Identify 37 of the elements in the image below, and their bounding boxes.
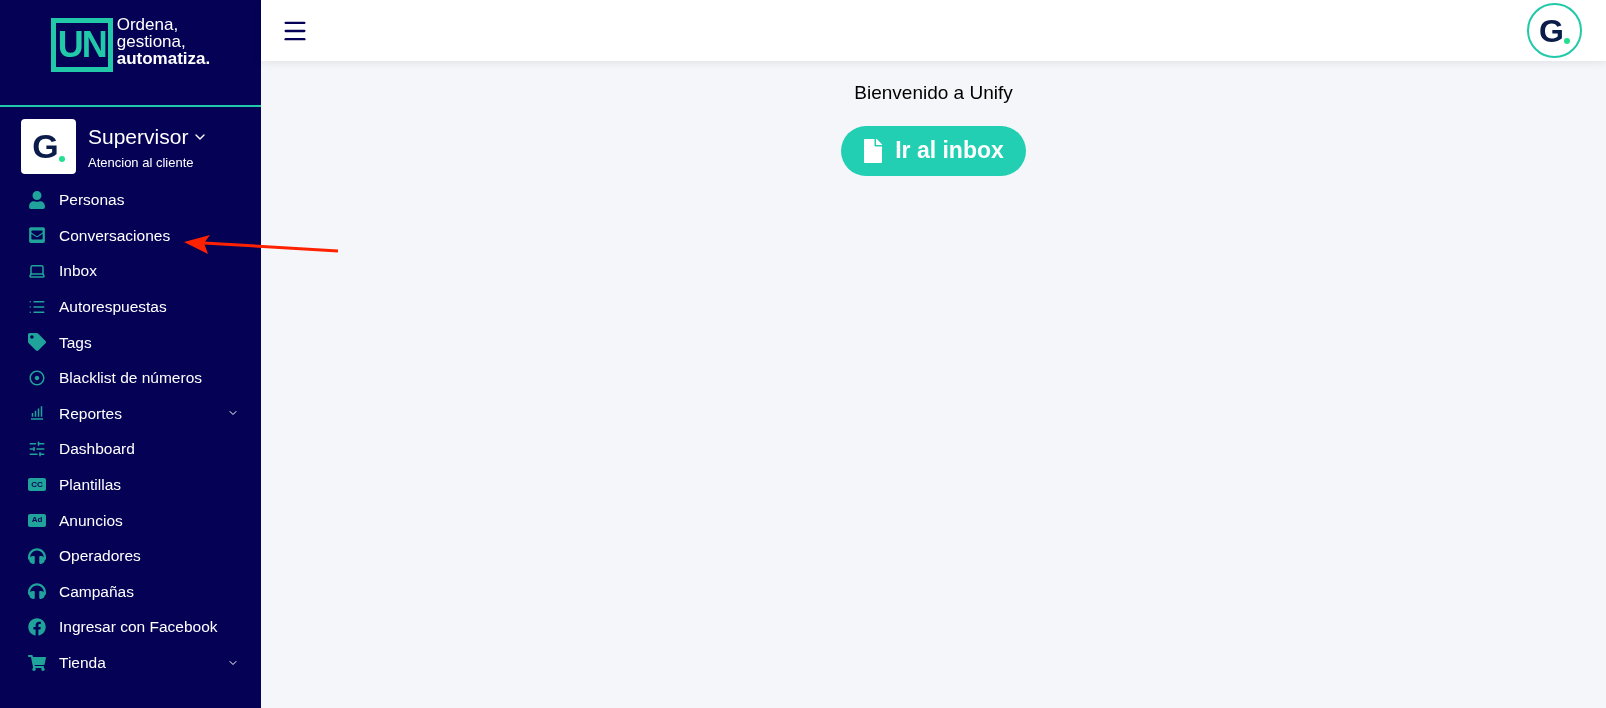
tagline-text: automatiza. [116,50,211,67]
logo-mark: UN [50,17,113,72]
file-icon [863,138,884,163]
tag-icon [28,333,46,352]
facebook-icon [28,617,46,636]
sidebar-item[interactable]: Reportes [0,395,261,432]
envelope-icon [28,226,46,245]
welcome-text: Bienvenido a Unify [854,81,1013,105]
tagline-text: gestiona, [116,33,187,50]
sidebar-item[interactable]: Operadores [0,537,261,574]
sidebar-item[interactable]: Dashboard [0,431,261,467]
sidebar-item[interactable]: Autorespuestas [0,288,261,325]
sidebar-item[interactable]: Tienda [0,644,261,681]
tagline-text: Ordena, [116,16,180,33]
headphones-icon [28,546,46,565]
avatar: G [21,119,76,174]
avatar[interactable]: G [1527,3,1582,58]
sliders-icon [28,439,46,458]
role-text[interactable]: Supervisor [88,121,189,153]
target-icon [28,368,46,387]
cart-icon [28,653,46,672]
team-text: Atencion al cliente [88,153,195,172]
sidebar-item[interactable]: Inbox [0,253,261,289]
person-icon [28,190,46,209]
sidebar-item[interactable]: Ad Anuncios [0,502,261,538]
caption-icon: CC [28,478,46,492]
sidebar-item[interactable]: Ingresar con Facebook [0,609,261,645]
caption-icon: Ad [28,513,46,527]
sidebar-item[interactable]: Blacklist de números [0,359,261,396]
sidebar-item[interactable]: Tags [0,324,261,360]
sidebar-item[interactable]: Campañas [0,573,261,610]
headphones-icon [28,582,46,601]
sidebar-item[interactable]: Personas [0,182,261,218]
chart-icon [28,404,46,423]
laptop-icon [28,262,46,280]
sidebar-item[interactable]: Conversaciones [0,217,261,254]
sidebar-item[interactable]: CC Plantillas [0,466,261,503]
